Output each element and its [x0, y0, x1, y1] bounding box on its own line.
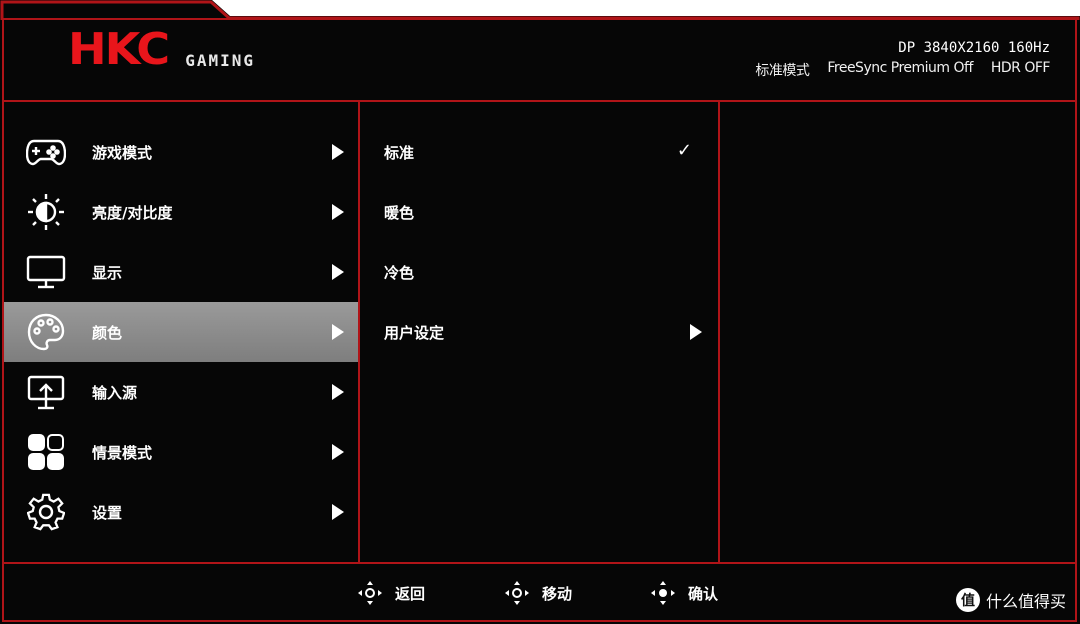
footer-hint-back: 返回 — [357, 580, 425, 606]
menu-item-color[interactable]: 颜色 — [4, 302, 358, 362]
submenu-item-cool[interactable]: 冷色 — [362, 242, 716, 302]
joystick-updown-icon — [505, 581, 529, 605]
joystick-left-icon — [358, 581, 382, 605]
input-source-icon — [24, 370, 68, 414]
watermark: 值 什么值得买 — [955, 588, 1066, 612]
submenu-item-label: 暖色 — [384, 203, 415, 222]
brand-logo: HKC GAMING — [68, 28, 255, 72]
menu-item-label: 输入源 — [92, 383, 138, 402]
detail-panel — [718, 100, 1077, 564]
submenu-item-warm[interactable]: 暖色 — [362, 182, 716, 242]
watermark-text: 什么值得买 — [985, 592, 1066, 611]
status-info: DP 3840X2160 160Hz 标准模式 FreeSync Premium… — [755, 40, 1050, 80]
gamepad-icon — [24, 130, 68, 174]
footer-move-label: 移动 — [542, 584, 573, 603]
menu-item-display[interactable]: 显示 — [4, 242, 358, 302]
chevron-right-icon — [332, 264, 344, 280]
chevron-right-icon — [332, 324, 344, 340]
chevron-right-icon — [332, 444, 344, 460]
menu-item-label: 情景模式 — [92, 443, 153, 462]
footer-hint-confirm: 确认 — [650, 580, 718, 606]
mode-status-row: 标准模式 FreeSync Premium Off HDR OFF — [755, 60, 1050, 80]
chevron-right-icon — [332, 384, 344, 400]
brightness-icon — [24, 190, 68, 234]
footer-back-label: 返回 — [395, 584, 426, 603]
menu-item-label: 颜色 — [92, 323, 123, 342]
submenu-item-user-defined[interactable]: 用户设定 — [362, 302, 716, 362]
submenu-item-label: 标准 — [384, 143, 415, 162]
main-menu: 游戏模式 亮度/对比度 显示 颜色 输入源 情景模式 设置 — [4, 122, 358, 542]
submenu-item-label: 冷色 — [384, 263, 415, 282]
checkmark-icon: ✓ — [676, 140, 692, 161]
chevron-right-icon — [332, 504, 344, 520]
menu-item-brightness-contrast[interactable]: 亮度/对比度 — [4, 182, 358, 242]
gear-icon — [24, 490, 68, 534]
chevron-right-icon — [332, 204, 344, 220]
menu-item-scene-mode[interactable]: 情景模式 — [4, 422, 358, 482]
logo-text: HKC — [68, 24, 170, 75]
menu-item-label: 游戏模式 — [92, 143, 153, 162]
submenu-item-label: 用户设定 — [384, 323, 445, 342]
menu-item-label: 亮度/对比度 — [92, 203, 173, 222]
monitor-icon — [24, 250, 68, 294]
header-top-edge — [0, 0, 1080, 20]
input-resolution-status: DP 3840X2160 160Hz — [898, 40, 1050, 56]
scene-mode-icon — [24, 430, 68, 474]
palette-icon — [24, 310, 68, 354]
hdr-status: HDR OFF — [990, 60, 1051, 76]
freesync-status: FreeSync Premium Off — [827, 60, 973, 76]
footer-hint-move: 移动 — [504, 580, 572, 606]
chevron-right-icon — [690, 324, 702, 340]
menu-item-input-source[interactable]: 输入源 — [4, 362, 358, 422]
logo-subtitle: GAMING — [185, 51, 256, 70]
menu-item-game-mode[interactable]: 游戏模式 — [4, 122, 358, 182]
chevron-right-icon — [332, 144, 344, 160]
watermark-logo: 值 — [955, 588, 980, 612]
joystick-press-icon — [651, 581, 675, 605]
osd-window: HKC GAMING DP 3840X2160 160Hz 标准模式 FreeS… — [0, 0, 1080, 624]
color-submenu: 标准 ✓ 暖色 冷色 用户设定 — [362, 122, 716, 362]
menu-item-settings[interactable]: 设置 — [4, 482, 358, 542]
footer-confirm-label: 确认 — [688, 584, 719, 603]
menu-item-label: 设置 — [92, 503, 123, 522]
submenu-item-standard[interactable]: 标准 ✓ — [362, 122, 716, 182]
menu-item-label: 显示 — [92, 263, 123, 282]
picture-mode-status: 标准模式 — [755, 63, 810, 79]
